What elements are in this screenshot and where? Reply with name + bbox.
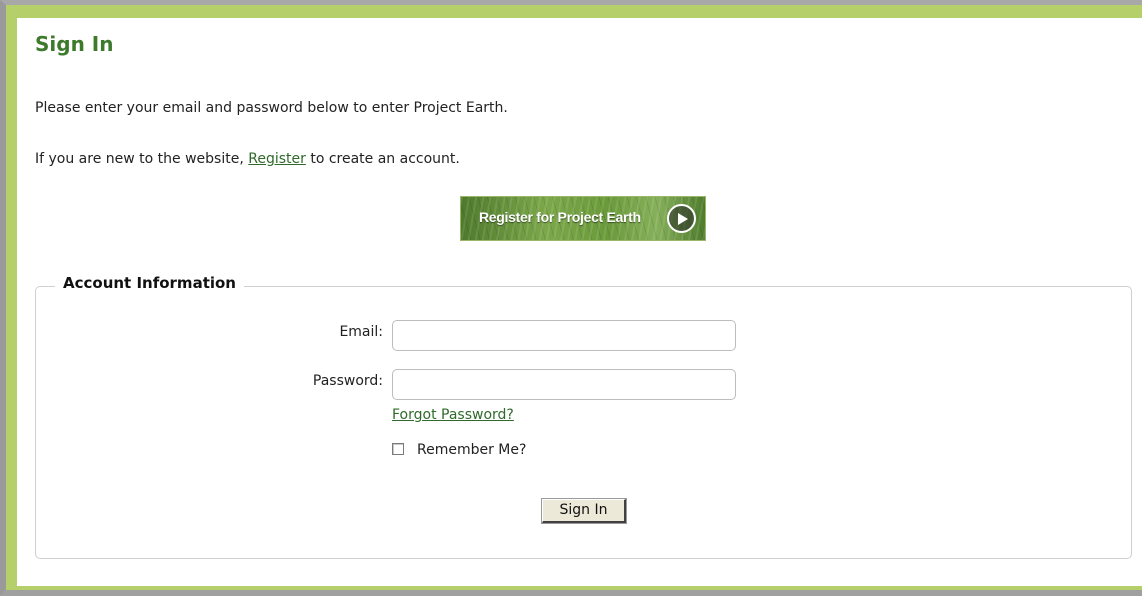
intro-text: Please enter your email and password bel… bbox=[35, 100, 508, 116]
new-user-suffix: to create an account. bbox=[305, 151, 460, 167]
remember-me-label: Remember Me? bbox=[417, 442, 527, 458]
new-user-text: If you are new to the website, Register … bbox=[35, 151, 460, 167]
page-title: Sign In bbox=[35, 32, 114, 56]
account-legend: Account Information bbox=[55, 274, 244, 292]
signin-panel: Sign In Please enter your email and pass… bbox=[17, 18, 1142, 586]
password-label: Password: bbox=[312, 373, 383, 389]
email-field[interactable] bbox=[392, 320, 736, 351]
new-user-prefix: If you are new to the website, bbox=[35, 151, 249, 167]
register-button-label: Register for Project Earth bbox=[479, 209, 641, 225]
register-link[interactable]: Register bbox=[248, 151, 306, 167]
sign-in-button[interactable]: Sign In bbox=[541, 498, 627, 524]
page-frame: Sign In Please enter your email and pass… bbox=[0, 0, 1142, 596]
forgot-password-link[interactable]: Forgot Password? bbox=[392, 407, 514, 423]
email-label: Email: bbox=[339, 324, 383, 340]
password-field[interactable] bbox=[392, 369, 736, 400]
register-button[interactable]: Register for Project Earth bbox=[460, 196, 706, 241]
remember-me-checkbox[interactable] bbox=[392, 443, 404, 455]
arrow-right-circle-icon bbox=[667, 204, 696, 233]
